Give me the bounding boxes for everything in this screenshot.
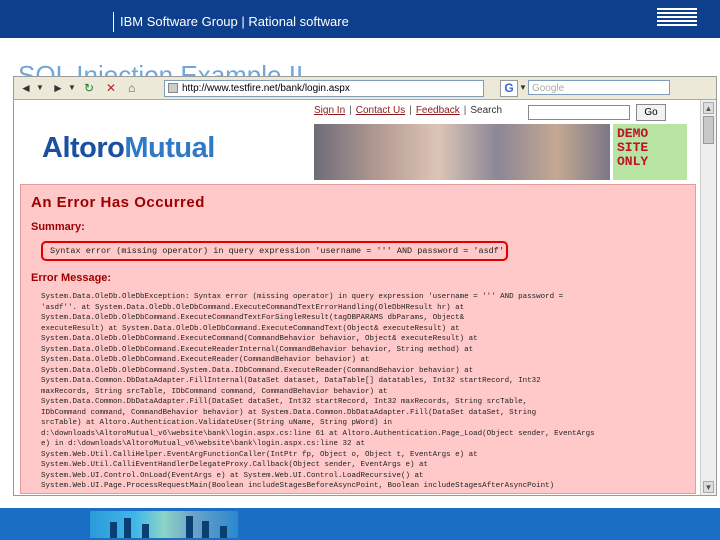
go-button[interactable]: Go [636,104,666,121]
browser-toolbar: ◄ ▼ ► ▼ ↻ ✕ ⌂ http://www.testfire.net/ba… [14,77,716,100]
browser-window: ◄ ▼ ► ▼ ↻ ✕ ⌂ http://www.testfire.net/ba… [13,76,717,496]
stop-icon[interactable]: ✕ [106,80,116,96]
stack-trace-line: System.Data.OleDb.OleDbCommand.ExecuteCo… [41,314,465,322]
address-url: http://www.testfire.net/bank/login.aspx [182,83,350,94]
sign-in-link[interactable]: Sign In [314,105,345,116]
page-viewport: Sign In | Contact Us | Feedback | Search Go Al… [14,100,700,495]
stack-trace-line: executeResult) at System.Data.OleDb.OleD… [41,324,460,333]
stack-trace-line: System.Data.Common.DbDataAdapter.FillInt… [41,377,541,385]
address-bar[interactable]: http://www.testfire.net/bank/login.aspx [164,80,484,97]
stack-trace-line: srcTable) at Altoro.Authentication.Valid… [41,419,393,427]
stack-trace-line: System.Web.UI.Page.ProcessRequestMain(Bo… [41,482,555,490]
error-stack-trace: System.Data.OleDb.OleDbException: Syntax… [41,292,595,492]
header-text: IBM Software Group | Rational software [120,14,349,29]
altoro-mutual-logo[interactable]: AltoroMutual [42,132,215,165]
stack-trace-line: System.Data.OleDb.OleDbCommand.ExecuteRe… [41,345,474,354]
vertical-scrollbar[interactable]: ▲ ▼ [700,100,716,495]
scroll-down-icon[interactable]: ▼ [703,481,714,493]
feedback-link[interactable]: Feedback [416,105,460,116]
demo-site-badge: DEMO SITE ONLY [613,124,687,180]
stack-trace-line: e) in d:\downloads\AltoroMutual_v6\websi… [41,440,366,448]
stack-trace-line: d:\downloads\AltoroMutual_v6\website\ban… [41,429,595,438]
search-engine-dropdown-icon[interactable]: ▼ [519,83,527,92]
stack-trace-line: System.Data.OleDb.OleDbException: Syntax… [41,293,564,301]
contact-us-link[interactable]: Contact Us [356,105,405,116]
stack-trace-line: System.Data.OleDb.OleDbCommand.System.Da… [41,366,474,375]
stack-trace-line: System.Data.OleDb.OleDbCommand.ExecuteCo… [41,335,478,343]
stack-trace-line: System.Data.OleDb.OleDbCommand.ExecuteRe… [41,356,370,364]
site-search-input[interactable] [528,105,630,120]
stack-trace-line: 'asdf''. at System.Data.OleDb.OleDbComma… [41,303,465,312]
forward-arrow-icon[interactable]: ► [52,80,64,96]
scroll-thumb[interactable] [703,116,714,144]
stack-trace-line: System.Web.UI.Control.OnLoad(EventArgs e… [41,471,424,480]
ibm-logo [657,8,697,30]
search-label: Search [470,105,503,116]
footer-artwork [90,511,238,538]
summary-heading: Summary: [31,221,85,233]
error-panel: An Error Has Occurred Summary: Syntax er… [20,184,696,494]
error-summary: Syntax error (missing operator) in query… [41,241,508,261]
header-photo-banner [314,124,610,180]
browser-search-input[interactable]: Google [528,80,670,95]
error-title: An Error Has Occurred [31,194,205,211]
forward-dropdown-icon[interactable]: ▼ [68,80,76,96]
slide-header: IBM Software Group | Rational software [0,0,720,38]
stack-trace-line: System.Web.Util.CalliEventHandlerDelegat… [41,461,429,469]
site-top-nav: Sign In | Contact Us | Feedback | Search [314,105,503,116]
google-icon[interactable]: G [500,80,518,97]
slide-footer [0,508,720,540]
back-arrow-icon[interactable]: ◄ [20,80,32,96]
stack-trace-line: maxRecords, String srcTable, IDbCommand … [41,387,388,396]
header-divider [113,12,114,32]
scroll-up-icon[interactable]: ▲ [703,102,714,114]
error-message-heading: Error Message: [31,272,112,284]
stack-trace-line: System.Data.Common.DbDataAdapter.Fill(Da… [41,398,528,406]
stack-trace-line: IDbCommand command, CommandBehavior beha… [41,408,537,417]
favicon-icon [168,83,178,93]
stack-trace-line: System.Web.Util.CalliHelper.EventArgFunc… [41,450,478,459]
back-dropdown-icon[interactable]: ▼ [36,80,44,96]
reload-icon[interactable]: ↻ [84,80,94,96]
home-icon[interactable]: ⌂ [128,80,135,96]
